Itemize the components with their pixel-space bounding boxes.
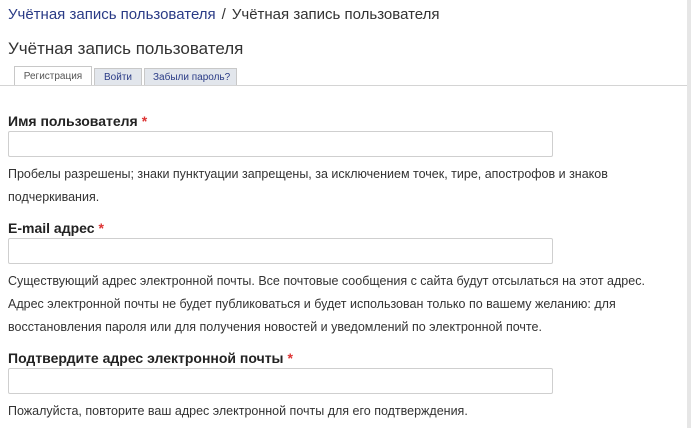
breadcrumb-current: Учётная запись пользователя — [231, 6, 440, 23]
username-input[interactable] — [8, 131, 553, 157]
email-confirm-label: Подтвердите адрес электронной почты * — [8, 350, 293, 366]
email-confirm-input[interactable] — [8, 368, 553, 394]
breadcrumb-link-user-account[interactable]: Учётная запись пользователя — [8, 6, 216, 23]
required-mark: * — [141, 113, 148, 129]
page-title: Учётная запись пользователя — [8, 39, 244, 58]
tabs-divider — [0, 85, 687, 86]
email-description-line-1: Существующий адрес электронной почты. Вс… — [8, 274, 645, 288]
email-label: E-mail адрес * — [8, 220, 104, 236]
email-description-line-2: Адрес электронной почты не будет публико… — [8, 297, 616, 311]
breadcrumb: Учётная запись пользователя / Учётная запи… — [8, 6, 440, 23]
email-confirm-description: Пожалуйста, повторите ваш адрес электрон… — [8, 404, 468, 418]
email-description-line-3: восстановления пароля или для получения … — [8, 320, 542, 334]
username-description: Пробелы разрешены; знаки пунктуации запр… — [8, 163, 678, 209]
tab-register[interactable]: Регистрация — [14, 66, 92, 85]
tab-login[interactable]: Войти — [94, 68, 142, 85]
required-mark: * — [98, 220, 104, 236]
username-description-line-2: подчеркивания. — [8, 190, 100, 204]
username-description-line-1: Пробелы разрешены; знаки пунктуации запр… — [8, 167, 608, 181]
email-description: Существующий адрес электронной почты. Вс… — [8, 270, 678, 339]
tab-forgot-password[interactable]: Забыли пароль? — [144, 68, 237, 85]
username-label: Имя пользователя * — [8, 113, 147, 129]
email-confirm-label-text: Подтвердите адрес электронной почты — [8, 350, 284, 366]
page-right-border — [687, 0, 691, 428]
email-label-text: E-mail адрес — [8, 220, 95, 236]
account-tabs: Регистрация Войти Забыли пароль? — [14, 66, 239, 85]
breadcrumb-separator: / — [221, 6, 226, 23]
username-label-text: Имя пользователя — [8, 113, 138, 129]
registration-page: Учётная запись пользователя / Учётная запи… — [0, 0, 691, 428]
email-input[interactable] — [8, 238, 553, 264]
required-mark: * — [287, 350, 293, 366]
